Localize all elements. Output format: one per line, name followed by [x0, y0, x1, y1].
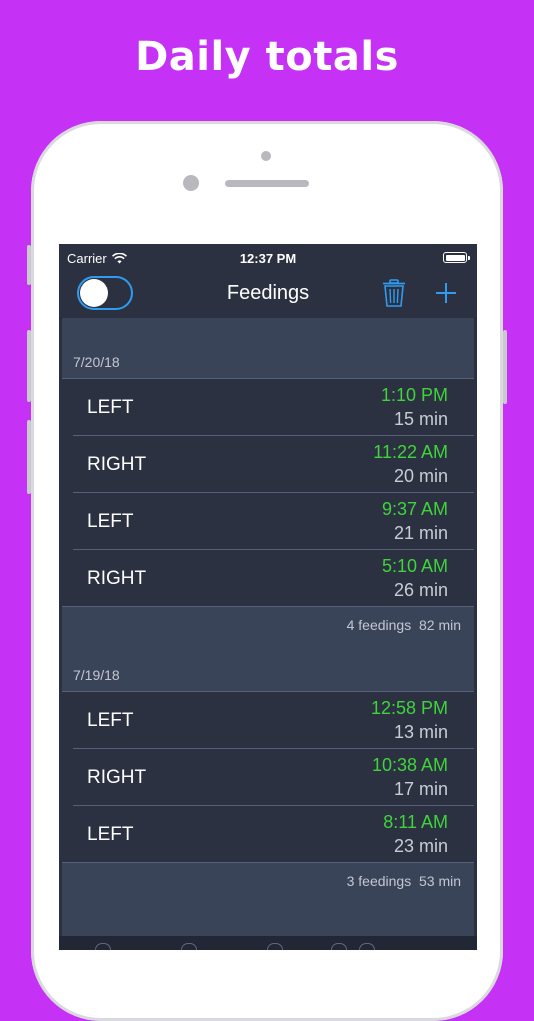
feedings-list: 7/20/18 LEFT 1:10 PM 15 min RIGHT 11:22 …	[59, 318, 477, 950]
feeding-time: 1:10 PM	[380, 385, 448, 405]
app-screen: Carrier 12:37 PM Feedings 7/20/18 LEFT 1…	[59, 244, 477, 950]
day-summary: 4 feedings 82 min	[62, 607, 474, 643]
feeding-side: RIGHT	[87, 454, 147, 475]
feeding-duration: 17 min	[393, 779, 448, 799]
feeding-time: 12:58 PM	[370, 698, 448, 718]
status-bar: Carrier 12:37 PM	[59, 244, 477, 272]
tab-item[interactable]	[267, 943, 283, 950]
feeding-side: LEFT	[87, 824, 134, 845]
tab-item[interactable]	[359, 943, 375, 950]
headline: Daily totals	[135, 34, 399, 80]
day-summary-text: 3 feedings 53 min	[346, 873, 461, 889]
phone-power-button	[503, 330, 507, 404]
battery-icon	[443, 252, 470, 263]
tab-item[interactable]	[95, 943, 111, 950]
feeding-duration: 21 min	[393, 523, 448, 543]
navigation-bar: Feedings	[59, 272, 477, 319]
feeding-time: 9:37 AM	[381, 499, 448, 519]
section-date: 7/19/18	[73, 667, 120, 683]
feeding-duration: 15 min	[393, 409, 448, 429]
feeding-row[interactable]: RIGHT 5:10 AM 26 min	[62, 550, 474, 607]
tab-bar	[59, 936, 477, 950]
feeding-duration: 26 min	[393, 580, 448, 600]
feeding-row[interactable]: LEFT 8:11 AM 23 min	[62, 806, 474, 863]
feeding-duration: 13 min	[393, 722, 448, 742]
feeding-time: 5:10 AM	[381, 556, 448, 576]
feeding-side: LEFT	[87, 511, 134, 532]
tab-item[interactable]	[331, 943, 347, 950]
feeding-row[interactable]: RIGHT 10:38 AM 17 min	[62, 749, 474, 806]
feeding-time: 10:38 AM	[371, 755, 448, 775]
feeding-duration: 23 min	[393, 836, 448, 856]
feeding-row[interactable]: RIGHT 11:22 AM 20 min	[62, 436, 474, 493]
day-summary: 3 feedings 53 min	[62, 863, 474, 899]
trash-icon[interactable]	[381, 279, 407, 307]
feeding-duration: 20 min	[393, 466, 448, 486]
feeding-side: LEFT	[87, 397, 134, 418]
feeding-side: RIGHT	[87, 767, 147, 788]
feeding-side: LEFT	[87, 710, 134, 731]
day-summary-text: 4 feedings 82 min	[346, 617, 461, 633]
plus-icon[interactable]	[435, 282, 457, 304]
section-header: 7/19/18	[62, 643, 474, 692]
feeding-row[interactable]: LEFT 1:10 PM 15 min	[62, 379, 474, 436]
section-header: 7/20/18	[62, 318, 474, 379]
feeding-side: RIGHT	[87, 568, 147, 589]
earpiece-speaker	[225, 180, 309, 187]
proximity-sensor	[183, 175, 199, 191]
feeding-time: 11:22 AM	[373, 442, 448, 462]
page-title: Feedings	[226, 282, 310, 304]
front-camera	[261, 151, 271, 161]
feeding-row[interactable]: LEFT 9:37 AM 21 min	[62, 493, 474, 550]
tab-item[interactable]	[181, 943, 197, 950]
status-time: 12:37 PM	[239, 251, 297, 266]
section-date: 7/20/18	[73, 354, 120, 370]
feeding-time: 8:11 AM	[383, 812, 448, 832]
day-section: 7/20/18 LEFT 1:10 PM 15 min RIGHT 11:22 …	[62, 318, 474, 950]
feeding-row[interactable]: LEFT 12:58 PM 13 min	[62, 692, 474, 749]
